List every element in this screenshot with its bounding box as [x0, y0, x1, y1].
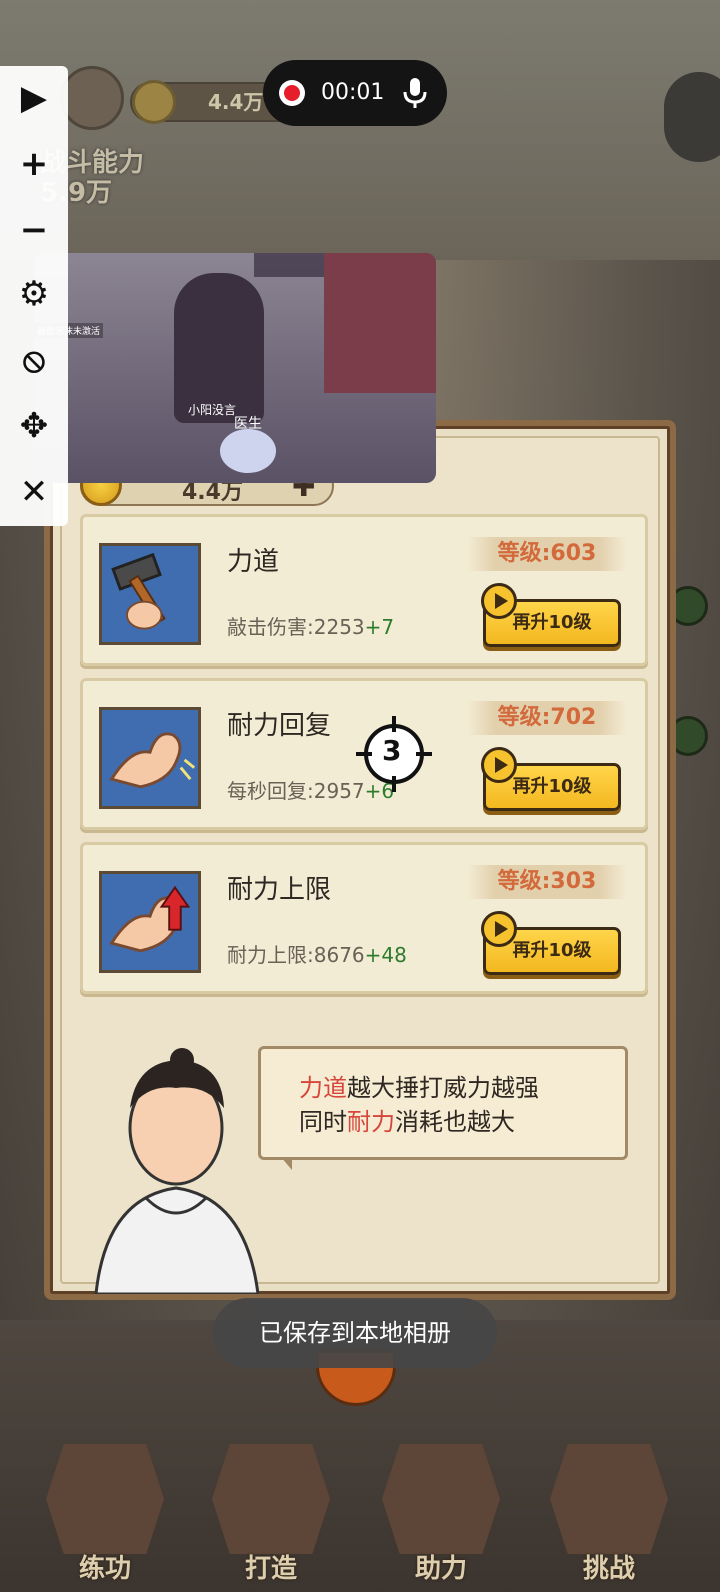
level-badge: 等级:603	[467, 537, 627, 571]
recording-indicator[interactable]: 00:01	[263, 60, 447, 126]
eye-off-icon[interactable]: ⦸	[14, 340, 54, 380]
nav-bg	[212, 1444, 330, 1554]
target-number: 3	[382, 734, 402, 767]
record-icon	[279, 80, 305, 106]
floating-video-window[interactable]: 画面泡沫未激活 小阳没言 医生	[34, 253, 436, 483]
video-name-label: 小阳没言	[188, 403, 237, 417]
close-icon[interactable]: ✕	[14, 472, 54, 512]
upgrade-card: 力道 敲击伤害:2253+7 等级:603 再升10级	[80, 514, 648, 666]
play-icon[interactable]: ▶	[14, 78, 54, 118]
upgrade-name: 耐力回复	[227, 711, 332, 741]
tiktok-icon[interactable]	[664, 72, 720, 162]
hero-character	[94, 1048, 260, 1294]
floating-toolbar: ▶ + − ⚙ ⦸ ✥ ✕	[0, 66, 68, 526]
nav-item-practice[interactable]: 练功	[40, 1444, 170, 1584]
upgrade-card: 耐力上限 耐力上限:8676+48 等级:303 再升10级	[80, 842, 648, 994]
zoom-in-icon[interactable]: +	[14, 144, 54, 184]
nav-item-challenge[interactable]: 挑战	[544, 1444, 674, 1584]
desc-value: 2253	[313, 615, 365, 639]
upgrade-desc: 敲击伤害:2253+7	[227, 611, 394, 640]
nav-label: 练功	[78, 1554, 131, 1584]
zoom-out-icon[interactable]: −	[14, 210, 54, 250]
nav-label: 打造	[244, 1554, 297, 1584]
player-avatar	[60, 66, 124, 130]
tip-text: 越大捶打威力越强	[347, 1074, 539, 1102]
tip-line-2: 同时耐力消耗也越大	[299, 1105, 625, 1139]
desc-value: 8676	[313, 943, 365, 967]
upgrade-desc: 耐力上限:8676+48	[227, 939, 407, 968]
desc-label: 耐力上限:	[227, 943, 314, 967]
desc-increment: +7	[364, 615, 395, 639]
background-sky	[0, 0, 720, 260]
nav-bg	[46, 1444, 164, 1554]
flex-arm-icon	[99, 707, 201, 809]
nav-label: 挑战	[582, 1554, 635, 1584]
move-icon[interactable]: ✥	[14, 406, 54, 446]
tip-bubble: 力道越大捶打威力越强 同时耐力消耗也越大	[258, 1046, 628, 1160]
toast-message: 已保存到本地相册	[213, 1298, 497, 1368]
nav-label: 助力	[414, 1554, 467, 1584]
level-badge: 等级:702	[467, 701, 627, 735]
nav-item-forge[interactable]: 打造	[206, 1444, 336, 1584]
coin-icon	[132, 80, 176, 124]
gear-icon[interactable]: ⚙	[14, 274, 54, 314]
video-play-icon	[481, 747, 517, 783]
tip-text: 同时	[299, 1108, 347, 1136]
bottom-nav: 练功 打造 助力 挑战	[0, 1420, 720, 1592]
desc-label: 敲击伤害:	[227, 615, 314, 639]
nav-bg	[550, 1444, 668, 1554]
microphone-icon	[403, 78, 427, 108]
upgrade-name: 力道	[227, 547, 280, 577]
nav-bg	[382, 1444, 500, 1554]
tip-line-1: 力道越大捶打威力越强	[299, 1071, 625, 1105]
recording-time: 00:01	[321, 80, 385, 105]
desc-label: 每秒回复:	[227, 779, 314, 803]
desc-increment: +48	[364, 943, 407, 967]
background-coin-value: 4.4万	[208, 90, 264, 114]
nav-item-assist[interactable]: 助力	[376, 1444, 506, 1584]
tip-highlight: 耐力	[347, 1108, 395, 1136]
video-creature	[220, 429, 276, 473]
hammer-icon	[99, 543, 201, 645]
level-badge: 等级:303	[467, 865, 627, 899]
crosshair-target[interactable]: 3	[356, 716, 432, 792]
video-play-icon	[481, 911, 517, 947]
tip-text: 消耗也越大	[395, 1108, 515, 1136]
upgrade-name: 耐力上限	[227, 875, 332, 905]
arm-up-arrow-icon	[99, 871, 201, 973]
tip-highlight: 力道	[299, 1074, 347, 1102]
video-scene-curtain	[324, 253, 436, 393]
video-play-icon	[481, 583, 517, 619]
